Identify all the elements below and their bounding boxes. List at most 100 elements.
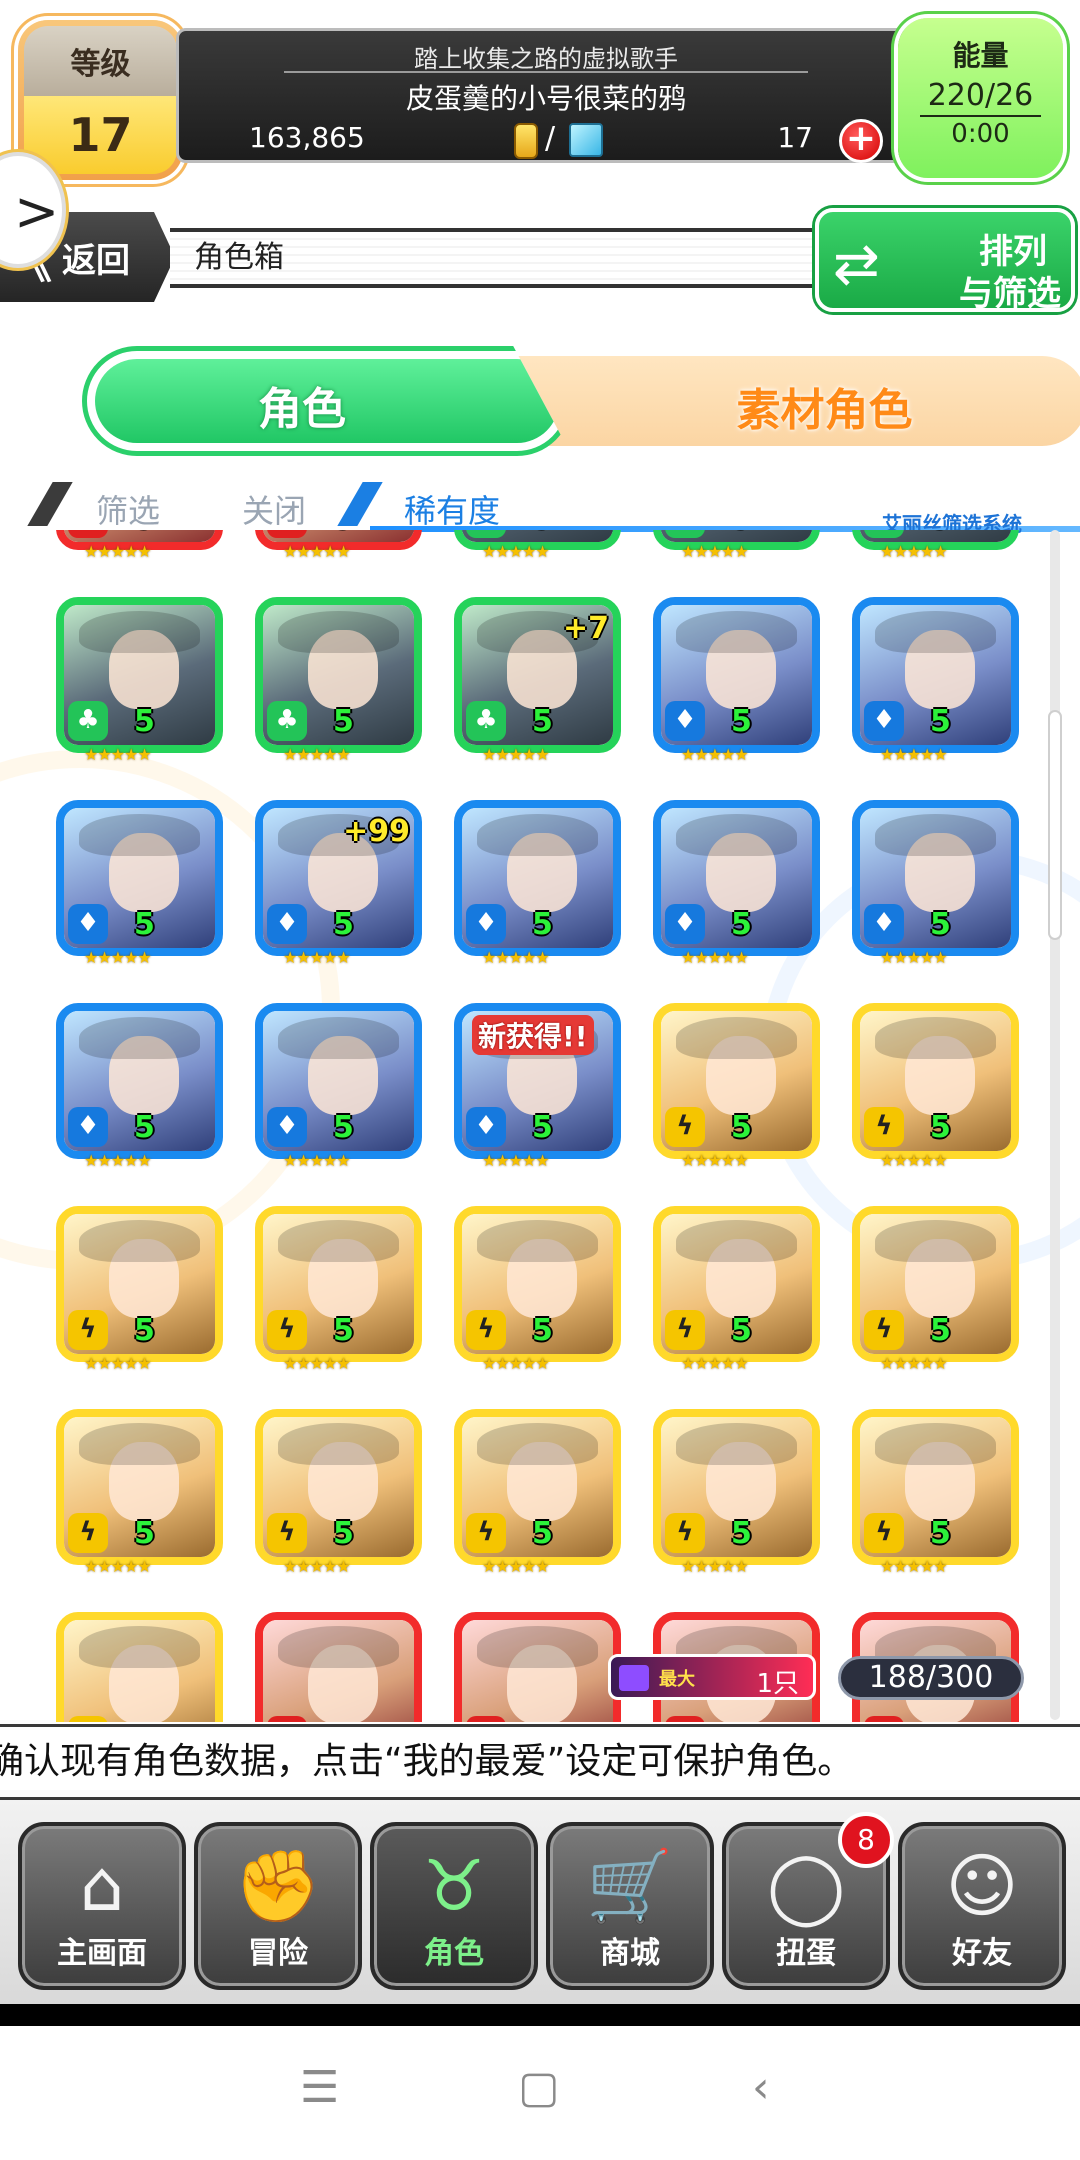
friends-icon: ☺: [945, 1845, 1019, 1927]
tab-friends[interactable]: ☺ 好友: [898, 1822, 1066, 1990]
limit-icon: [619, 1665, 649, 1691]
energy-badge: 能量 220/26 0:00: [898, 18, 1063, 178]
character-card[interactable]: ♦ 5 ★★★★★: [56, 1003, 223, 1171]
character-card[interactable]: ♣ 5 ★★★★★: [454, 530, 621, 562]
tab-characters[interactable]: 角色: [82, 346, 572, 456]
chevron-right-icon: >: [14, 180, 60, 243]
currency-row: 163,865 / 17 +: [209, 119, 883, 163]
rarity-value: 5: [333, 907, 354, 942]
home-icon[interactable]: ▢: [518, 2062, 560, 2113]
handshake-icon: ✊: [234, 1845, 322, 1927]
tab-label: 冒险: [248, 1936, 308, 1971]
rarity-value: 5: [532, 530, 553, 536]
character-card[interactable]: ♦ 5 ★★★★★: [653, 597, 820, 765]
character-card[interactable]: ϟ 5 ★★★★★: [255, 1206, 422, 1374]
wood-icon: ♣: [466, 530, 506, 538]
character-portrait: ♣5: [255, 597, 422, 753]
character-portrait: ♦ 5 新获得!!: [454, 1003, 621, 1159]
character-card[interactable]: ϟ 5 ★★★★★: [255, 1409, 422, 1577]
filter-state[interactable]: 关闭: [242, 486, 306, 532]
filter-label[interactable]: 筛选: [96, 486, 160, 532]
lightning-icon: ϟ: [864, 1310, 904, 1350]
plus-value: +7: [562, 611, 609, 646]
rarity-value: 5: [134, 530, 155, 536]
wood-icon: ♣: [68, 701, 108, 741]
water-icon: ♦: [68, 1107, 108, 1147]
sort-filter-button[interactable]: ⇄ 排列 与筛选: [815, 208, 1075, 314]
character-card[interactable]: ♦ 5 ★★★★★: [852, 800, 1019, 968]
character-card[interactable]: ϟ 5 ★★★★★: [454, 1409, 621, 1577]
lightning-icon: ϟ: [864, 1107, 904, 1147]
star-rating: ★★★★★: [681, 1151, 749, 1170]
character-portrait: ♦ 5: [852, 597, 1019, 753]
character-card[interactable]: ♦ 5 ★★★★★: [653, 800, 820, 968]
character-portrait: ϟ5: [852, 1409, 1019, 1565]
character-card[interactable]: ♣5★★★★★: [653, 530, 820, 562]
character-card[interactable]: ♦ 5 ★★★★★: [454, 800, 621, 968]
character-card[interactable]: ♦ 5 ★★★★★: [852, 597, 1019, 765]
character-card[interactable]: ♦ 5 ★★★★★: [255, 1003, 422, 1171]
character-card[interactable]: ♦ 5 新获得!! ★★★★★: [454, 1003, 621, 1171]
tab-home[interactable]: ⌂ 主画面: [18, 1822, 186, 1990]
character-card[interactable]: ♦ 5 +99 ★★★★★: [255, 800, 422, 968]
limit-value: 1只: [756, 1669, 799, 1699]
character-card[interactable]: ♣5★★★★★: [255, 597, 422, 765]
character-card[interactable]: ▲ 5 ★★★★★: [56, 530, 223, 562]
water-icon: ♦: [466, 1107, 506, 1147]
system-navigation-bar: ☰ ▢ ‹: [0, 2026, 1080, 2160]
character-portrait: ♦ 5: [653, 597, 820, 753]
rabbit-icon: ♉: [422, 1845, 486, 1927]
character-card[interactable]: ϟ 5 ★★★★★: [454, 1206, 621, 1374]
character-portrait: ϟ5: [653, 1003, 820, 1159]
character-card[interactable]: ϟ 5 ★★★★★: [653, 1206, 820, 1374]
lightning-icon: ϟ: [864, 1513, 904, 1553]
tab-handshake[interactable]: ✊ 冒险: [194, 1822, 362, 1990]
add-gems-button[interactable]: +: [839, 119, 883, 163]
character-card[interactable]: ♣5★★★★★: [56, 597, 223, 765]
tab-cart[interactable]: 🛒 商城: [546, 1822, 714, 1990]
tab-rabbit[interactable]: ♉ 角色: [370, 1822, 538, 1990]
character-card[interactable]: ϟ★★★★★: [56, 1612, 223, 1722]
username: 皮蛋羹的小号很菜的鸦: [405, 82, 686, 115]
level-label: 等级: [24, 26, 177, 96]
rarity-value: 5: [134, 704, 155, 739]
character-card[interactable]: ϟ 5 ★★★★★: [653, 1409, 820, 1577]
rarity-value: 5: [731, 704, 752, 739]
character-card[interactable]: ♣5★★★★★: [852, 530, 1019, 562]
new-badge: 新获得!!: [472, 1015, 594, 1055]
fire-icon: ▲: [267, 530, 307, 538]
cart-icon: 🛒: [586, 1845, 674, 1927]
star-rating: ★★★★★: [482, 542, 550, 561]
divider: [0, 2004, 1080, 2026]
character-card[interactable]: ▲★★★★★: [255, 1612, 422, 1722]
back-icon[interactable]: ‹: [752, 2062, 770, 2113]
character-grid-area: ▲5★★★★★▲5★★★★★♣5★★★★★♣5★★★★★♣5★★★★★♣5★★★…: [0, 530, 1080, 1722]
tab-label: 好友: [952, 1936, 1012, 1971]
lightning-icon: ϟ: [267, 1310, 307, 1350]
character-card[interactable]: ▲ 5 ★★★★★: [255, 530, 422, 562]
fire-icon: ▲: [466, 1716, 506, 1722]
character-portrait: ϟ5: [852, 1206, 1019, 1362]
user-title: 踏上收集之路的虚拟歌手: [414, 45, 678, 73]
character-card[interactable]: ϟ 5 ★★★★★: [56, 1206, 223, 1374]
fire-icon: ▲: [68, 530, 108, 538]
character-card[interactable]: ϟ 5 ★★★★★: [56, 1409, 223, 1577]
character-card[interactable]: ϟ 5 ★★★★★: [852, 1003, 1019, 1171]
lightning-icon: ϟ: [665, 1513, 705, 1553]
scrollbar-track[interactable]: [1050, 530, 1060, 1720]
character-card[interactable]: ♦ 5 ★★★★★: [56, 800, 223, 968]
box-capacity: 188/300: [838, 1656, 1024, 1700]
rarity-value: 5: [333, 530, 354, 536]
character-portrait: ♦ 5: [852, 800, 1019, 956]
scrollbar-thumb[interactable]: [1048, 710, 1062, 940]
divider: [27, 482, 73, 526]
character-card[interactable]: ♣ 5 +7 ★★★★★: [454, 597, 621, 765]
character-card[interactable]: ▲★★★★★: [454, 1612, 621, 1722]
character-card[interactable]: ϟ 5 ★★★★★: [852, 1206, 1019, 1374]
tab-label: 商城: [600, 1936, 660, 1971]
character-card[interactable]: ϟ 5 ★★★★★: [852, 1409, 1019, 1577]
character-card[interactable]: ϟ 5 ★★★★★: [653, 1003, 820, 1171]
rarity-value: 5: [731, 530, 752, 536]
menu-icon[interactable]: ☰: [300, 2062, 339, 2113]
rarity-value: 5: [333, 1313, 354, 1348]
